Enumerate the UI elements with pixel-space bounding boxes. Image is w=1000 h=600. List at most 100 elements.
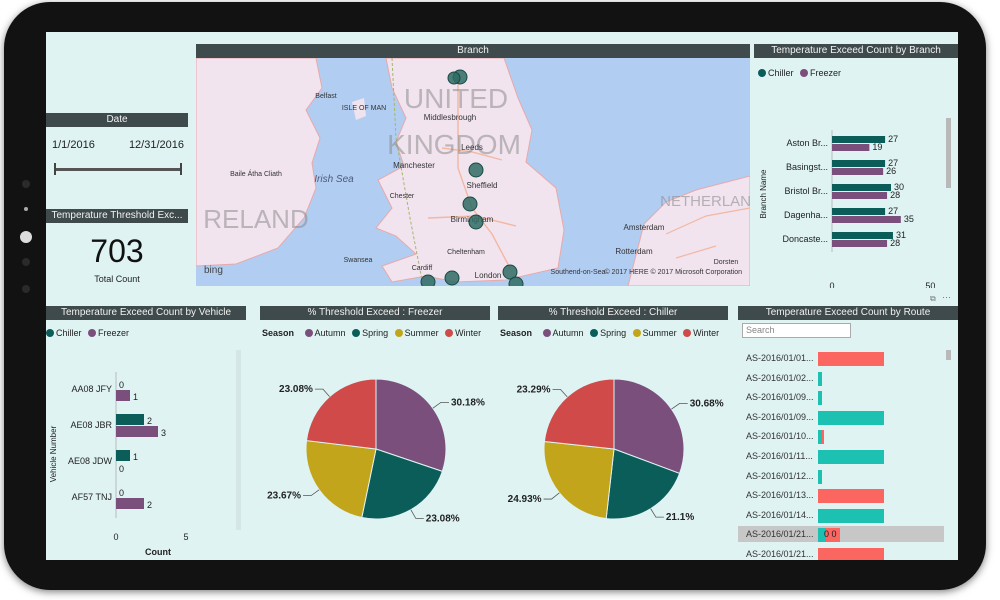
freezer-pie-chart[interactable]: % Threshold Exceed : Freezer Season Autu… <box>260 306 490 560</box>
route-row[interactable]: AS-2016/01/11... <box>738 448 944 464</box>
category-label: AE08 JDW <box>68 456 113 466</box>
date-slicer[interactable]: Date 1/1/2016 12/31/2016 <box>46 113 188 179</box>
route-row[interactable]: AS-2016/01/13... <box>738 487 944 504</box>
freezer-pie-title: % Threshold Exceed : Freezer <box>260 306 490 320</box>
route-label: AS-2016/01/21... <box>746 549 814 559</box>
route-row[interactable]: AS-2016/01/21... <box>738 546 944 560</box>
pie-leader-line <box>314 388 330 397</box>
route-bar[interactable] <box>818 469 822 484</box>
legend-autumn: Autumn <box>314 328 346 338</box>
x-tick-label: 0 <box>829 281 834 288</box>
branch-map[interactable]: Branch UNITED KINGDOM RELAND NETHERLANDS… <box>196 44 750 286</box>
route-bar[interactable] <box>818 508 884 523</box>
map-copyright: © 2017 HERE © 2017 Microsoft Corporation <box>604 269 742 276</box>
route-row[interactable]: AS-2016/01/12... <box>738 468 944 484</box>
data-label: 27 <box>888 134 898 144</box>
map-label-ireland: RELAND <box>203 204 308 234</box>
map-label-amsterdam: Amsterdam <box>624 223 665 232</box>
vehicle-chart-svg[interactable]: AA08 JFY 01AE08 JBR 23AE08 JDW 10AF57 TNJ 02… <box>46 320 246 560</box>
route-label: AS-2016/01/01... <box>746 353 814 363</box>
chiller-pie-title: % Threshold Exceed : Chiller <box>498 306 728 320</box>
route-bar[interactable] <box>822 430 824 445</box>
chiller-pie-svg[interactable]: 30.68% 21.1% 24.93% 23.29% <box>498 340 728 560</box>
kpi-value: 703 <box>90 233 144 269</box>
map-bubble[interactable] <box>508 276 524 286</box>
map-bubble[interactable] <box>468 214 484 230</box>
route-row[interactable]: AS-2016/01/14... <box>738 507 944 523</box>
branch-scrollbar[interactable] <box>946 118 951 188</box>
map-canvas[interactable]: UNITED KINGDOM RELAND NETHERLANDS Irish … <box>196 58 750 286</box>
kpi-card[interactable]: Temperature Threshold Exc... 703 Total C… <box>46 209 188 289</box>
route-bar[interactable] <box>818 410 884 425</box>
sensor-dot-2 <box>22 258 30 266</box>
route-label: AS-2016/01/09... <box>746 411 814 422</box>
date-slider-handle-left[interactable] <box>54 163 56 175</box>
route-scrollbar[interactable] <box>946 350 951 360</box>
map-bubble[interactable] <box>468 162 484 178</box>
route-bar[interactable] <box>818 371 822 386</box>
route-row[interactable]: AS-2016/01/21... 0 0 <box>738 526 944 543</box>
tablet-frame: Date 1/1/2016 12/31/2016 Temperature Thr… <box>4 2 986 590</box>
vehicle-bar-chart[interactable]: Temperature Exceed Count by Vehicle Chil… <box>46 306 246 560</box>
route-label: AS-2016/01/09... <box>746 392 814 403</box>
date-slider-handle-right[interactable] <box>180 163 182 175</box>
legend-autumn-dot <box>304 329 313 337</box>
bar-chiller <box>116 450 130 461</box>
category-label: Basingst... <box>786 162 828 172</box>
pie-data-label: 23.67% <box>267 491 301 502</box>
pie-data-label: 30.68% <box>690 398 724 409</box>
map-label-southend: Southend-on-Sea <box>551 269 606 276</box>
map-bubble[interactable] <box>462 196 478 212</box>
branch-bar-chart[interactable]: Temperature Exceed Count by Branch Chill… <box>754 44 958 294</box>
data-label: 1 <box>133 392 138 402</box>
map-label-united: UNITED <box>404 83 508 114</box>
focus-mode-icon[interactable]: ⧉ <box>930 294 936 304</box>
route-search-input[interactable]: Search <box>742 323 851 338</box>
map-label-leeds: Leeds <box>461 143 483 152</box>
date-range-slider[interactable] <box>55 168 181 171</box>
pie-leader-line <box>543 492 560 500</box>
data-label: 35 <box>904 214 914 224</box>
x-axis-label: Count <box>145 547 171 557</box>
sensor-dot-3 <box>22 285 30 293</box>
bar-chiller <box>832 232 893 239</box>
branch-chart-svg[interactable]: Aston Br... 27 19 Basingst... 27 26 Bristol Br… <box>754 58 958 288</box>
route-row[interactable]: AS-2016/01/10... <box>738 428 944 445</box>
route-row[interactable]: AS-2016/01/09... <box>738 389 944 406</box>
category-label: Doncaste... <box>782 234 828 244</box>
freezer-pie-svg[interactable]: 30.18% 23.08% 23.67% 23.08% <box>260 340 490 560</box>
route-row[interactable]: AS-2016/01/09... <box>738 409 944 425</box>
pie-leader-line <box>303 489 320 497</box>
more-options-icon[interactable]: ⋯ <box>942 292 951 303</box>
route-bar[interactable] <box>818 352 884 366</box>
map-bubble[interactable] <box>447 71 461 85</box>
route-row[interactable]: AS-2016/01/01... <box>738 350 944 366</box>
date-start[interactable]: 1/1/2016 <box>52 139 95 151</box>
bar-freezer <box>832 144 870 151</box>
date-end[interactable]: 12/31/2016 <box>129 139 184 151</box>
bar-freezer <box>832 216 901 223</box>
route-bar-chart[interactable]: Temperature Exceed Count by Route Search… <box>738 306 958 560</box>
vehicle-scrollbar[interactable] <box>236 350 241 530</box>
category-label: AF57 TNJ <box>72 492 112 502</box>
route-bar[interactable] <box>818 391 822 406</box>
bar-freezer <box>832 192 888 199</box>
chiller-pie-chart[interactable]: % Threshold Exceed : Chiller Season Autu… <box>498 306 728 560</box>
route-data-label: 0 0 <box>824 529 837 540</box>
map-label-chester: Chester <box>390 193 415 200</box>
route-bar[interactable] <box>818 489 884 504</box>
route-bar[interactable] <box>818 450 884 464</box>
route-row[interactable]: AS-2016/01/02... <box>738 370 944 386</box>
map-bubble[interactable] <box>444 270 460 286</box>
map-label-irish-sea: Irish Sea <box>314 174 354 185</box>
map-label-dublin: Baile Átha Cliath <box>230 169 282 178</box>
y-axis-label: Branch Name <box>759 169 768 218</box>
bar-chiller <box>116 414 144 425</box>
map-label-belfast: Belfast <box>315 93 336 100</box>
route-bar[interactable] <box>818 548 884 560</box>
legend-winter-dot <box>683 329 692 337</box>
map-label-kingdom: KINGDOM <box>387 129 521 160</box>
map-label-sheffield: Sheffield <box>467 181 498 190</box>
map-bubble[interactable] <box>420 274 436 286</box>
pie-data-label: 30.18% <box>451 397 485 408</box>
